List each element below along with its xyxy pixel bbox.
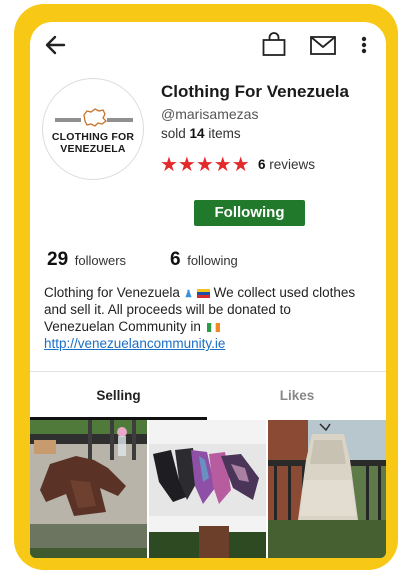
shopping-bag-icon[interactable] [260,30,288,58]
top-bar [30,22,386,68]
venezuela-flag-icon [196,289,210,298]
more-vertical-icon[interactable] [356,31,372,59]
product-image-lace-top [268,420,386,558]
bio-website-link[interactable]: http://venezuelancommunity.ie [44,336,225,351]
avatar-logo-text-2: VENEZUELA [60,143,126,155]
back-arrow-icon[interactable] [42,31,70,59]
followers-stat[interactable]: 29 followers [47,249,126,271]
envelope-icon[interactable] [308,31,338,59]
following-label: following [187,253,238,268]
avatar-logo-text-1: CLOTHING FOR [51,131,135,143]
product-image-leggings [149,420,266,558]
product-thumbnail[interactable] [149,420,266,558]
reviews-link[interactable]: 6 reviews [258,157,315,172]
tab-likes[interactable]: Likes [208,388,386,403]
tab-selling[interactable]: Selling [30,388,207,403]
following-stat[interactable]: 6 following [170,249,238,271]
tabs-divider [30,371,386,372]
shop-bio: Clothing for Venezuela We collect used c… [44,284,364,352]
product-thumbnail[interactable] [30,420,147,558]
app-screen: CLOTHING FOR VENEZUELA Clothing For Vene… [30,22,386,558]
venezuela-map-logo [55,108,133,127]
shop-avatar[interactable]: CLOTHING FOR VENEZUELA [42,78,144,180]
product-image-brown-sweater [30,420,147,558]
followers-count: 29 [47,249,69,270]
following-button[interactable]: Following [194,200,305,226]
product-thumbnail[interactable] [268,420,386,558]
following-count: 6 [170,249,181,270]
ireland-flag-icon [206,323,220,332]
sold-prefix: sold [161,126,186,141]
sold-suffix: items [208,126,241,141]
bio-text-start: Clothing for Venezuela [44,285,180,300]
reviews-label: reviews [269,157,316,172]
followers-label: followers [74,253,127,268]
sold-number: 14 [189,126,205,141]
sold-count: sold 14 items [161,126,241,141]
reviews-count: 6 [258,157,266,172]
shop-name: Clothing For Venezuela [161,82,349,101]
username[interactable]: @marisamezas [161,106,258,122]
dress-emoji-icon [185,289,192,298]
rating-stars[interactable]: ★★★★★ [160,154,250,176]
